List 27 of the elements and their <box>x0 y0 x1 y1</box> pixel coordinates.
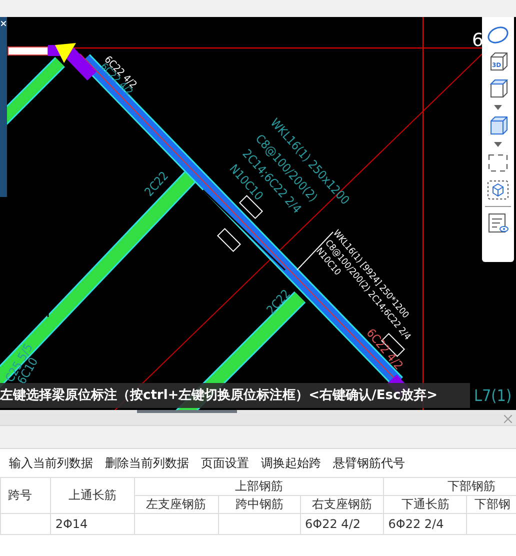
status-message: 左键选择梁原位标注（按ctrl+左键切换原位标注框）<右键确认/Esc放弃> <box>0 383 470 408</box>
splitter-handle[interactable] <box>137 410 237 413</box>
column-group-header: 上部钢筋 <box>134 478 384 496</box>
caret-icon[interactable] <box>494 142 502 147</box>
toolbar-button[interactable]: 悬臂钢筋代号 <box>333 454 405 472</box>
beam-annotation: L7(1) <box>474 386 512 405</box>
toolbar-button[interactable]: 输入当前列数据 <box>9 454 93 472</box>
table-cell: 6Φ22 2/4 <box>384 514 467 534</box>
caret-icon[interactable] <box>494 105 502 110</box>
scale-mark: 6 <box>472 30 484 51</box>
column-header: 下通长筋 <box>384 496 467 514</box>
table-cell: 2Φ14 <box>50 514 134 534</box>
orbit-icon[interactable] <box>486 24 510 46</box>
dashed-frame-icon[interactable] <box>486 152 510 174</box>
column-header: 下部钢 <box>466 496 516 514</box>
column-header: 上通长筋 <box>50 478 134 514</box>
list-view-icon[interactable] <box>486 212 510 234</box>
toolbar-button[interactable]: 删除当前列数据 <box>105 454 189 472</box>
toolbar-button[interactable]: 调换起始跨 <box>261 454 321 472</box>
column-group-header: 下部钢筋 <box>384 478 516 496</box>
column-header: 跨中钢筋 <box>218 496 301 514</box>
column-header: 左支座钢筋 <box>134 496 218 514</box>
table-cell: 6Φ22 4/2 <box>300 514 384 534</box>
toolbar-button[interactable]: 页面设置 <box>201 454 249 472</box>
dashed-cube-icon[interactable] <box>486 179 510 201</box>
column-header: 跨号 <box>0 478 51 514</box>
column-header: 右支座钢筋 <box>300 496 384 514</box>
